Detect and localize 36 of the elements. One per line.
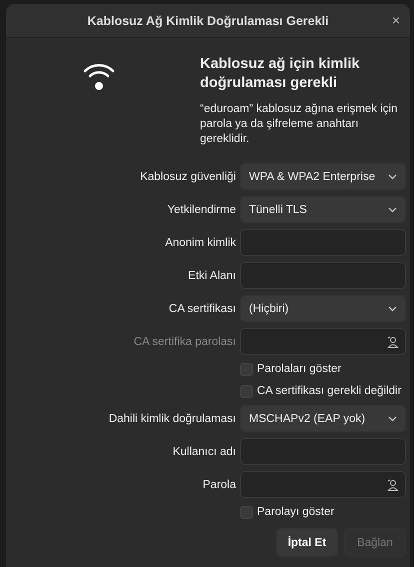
field-label: CA sertifika parolası <box>132 336 236 348</box>
window-title: Kablosuz Ağ Kimlik Doğrulaması Gerekli <box>87 14 329 28</box>
checkbox-option[interactable]: Parolaları göster <box>240 362 406 376</box>
checkbox[interactable] <box>240 384 253 398</box>
wifi-icon <box>83 61 115 91</box>
dialog-heading: Kablosuz ağ için kimlik doğrulaması gerekli <box>200 55 361 93</box>
dropdown[interactable]: MSCHAPv2 (EAP yok) <box>240 405 406 432</box>
field-label: Etki Alanı <box>187 270 236 282</box>
field-label: Kullanıcı adı <box>172 446 236 458</box>
dialog-button[interactable]: İptal Et <box>276 528 338 557</box>
dropdown[interactable]: Tünelli TLS <box>240 196 406 223</box>
checkbox-label: CA sertifikası gerekli değildir <box>257 385 402 397</box>
chevron-icon <box>388 174 397 180</box>
checkbox[interactable] <box>240 506 253 518</box>
field-label: Yetkilendirme <box>166 204 236 216</box>
field-label: Anonim kimlik <box>164 236 236 248</box>
checkbox-label: Parolaları göster <box>257 363 342 375</box>
field-label: Kablosuz güvenliği <box>139 170 236 182</box>
close-button[interactable]: × <box>388 12 404 28</box>
dialog-message: “eduroam” kablosuz ağına erişmek için parola ya da şifreleme anahtarı gereklidir. <box>200 102 399 147</box>
user-icon[interactable] <box>387 336 399 348</box>
password-field[interactable] <box>240 471 406 498</box>
checkbox-label: Parolayı göster <box>257 506 334 518</box>
chevron-icon <box>388 416 397 422</box>
checkbox[interactable] <box>240 362 253 376</box>
dropdown[interactable]: WPA & WPA2 Enterprise <box>240 163 406 190</box>
field-label: Parola <box>202 478 236 490</box>
checkbox-option[interactable]: Parolayı göster <box>240 506 406 518</box>
dropdown[interactable]: (Hiçbiri) <box>240 295 406 322</box>
field-label: Dahili kimlik doğrulaması <box>108 412 236 424</box>
chevron-icon <box>388 306 397 312</box>
user-icon[interactable] <box>387 478 399 490</box>
field-label: CA sertifikası <box>168 302 236 314</box>
checkbox-option[interactable]: CA sertifikası gerekli değildir <box>240 384 406 398</box>
password-field[interactable] <box>240 328 406 355</box>
chevron-icon <box>388 206 397 212</box>
